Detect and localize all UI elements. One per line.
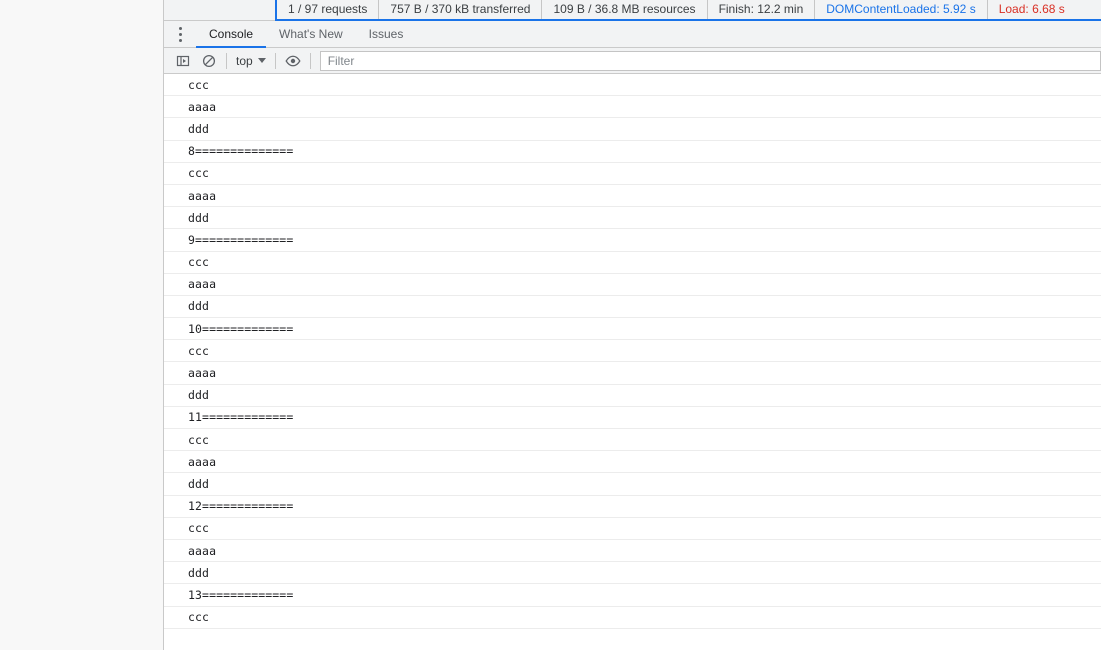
kebab-menu-icon[interactable] xyxy=(164,21,196,47)
console-message[interactable]: ddd xyxy=(164,296,1101,319)
console-message-text: aaaa xyxy=(188,366,217,381)
console-message-text: ccc xyxy=(188,166,210,181)
network-summary-item: 109 B / 36.8 MB resources xyxy=(542,0,708,19)
network-summary-bar: 1 / 97 requests 757 B / 370 kB transferre… xyxy=(164,0,1101,21)
console-message[interactable]: ddd xyxy=(164,207,1101,230)
network-summary-items: 1 / 97 requests 757 B / 370 kB transferre… xyxy=(275,0,1101,21)
console-message[interactable]: 8============== xyxy=(164,141,1101,163)
console-message[interactable]: ddd xyxy=(164,562,1101,585)
console-message-text: ddd xyxy=(188,299,210,314)
console-message[interactable]: ccc xyxy=(164,163,1101,185)
console-message[interactable]: ccc xyxy=(164,252,1101,274)
page-content-area xyxy=(0,0,163,650)
chevron-down-icon xyxy=(257,58,266,63)
network-summary-item: DOMContentLoaded: 5.92 s xyxy=(815,0,988,19)
console-message-text: 9============== xyxy=(188,232,294,247)
tab-console[interactable]: Console xyxy=(196,21,267,48)
console-message[interactable]: aaaa xyxy=(164,274,1101,296)
console-message-list[interactable]: ccc aaaa ddd 8============== ccc aaaa ddd 9====… xyxy=(164,74,1101,650)
eye-icon[interactable] xyxy=(280,50,306,72)
devtools-panel: 1 / 97 requests 757 B / 370 kB transferre… xyxy=(164,0,1101,650)
network-summary-item: 1 / 97 requests xyxy=(277,0,380,19)
console-message-text: ddd xyxy=(188,476,210,491)
console-message[interactable]: 9============== xyxy=(164,229,1101,252)
console-toolbar: top xyxy=(164,48,1101,74)
console-message-text: aaaa xyxy=(188,454,217,469)
execution-context-selector[interactable]: top xyxy=(231,51,271,71)
console-message[interactable]: ccc xyxy=(164,607,1101,629)
execution-context-value: top xyxy=(236,53,253,68)
console-message[interactable]: 12============= xyxy=(164,496,1101,518)
console-message-text: aaaa xyxy=(188,99,217,114)
toolbar-separator-1 xyxy=(226,52,227,69)
console-message-text: ddd xyxy=(188,121,210,136)
toolbar-separator-2 xyxy=(274,52,276,69)
console-message[interactable]: 11============= xyxy=(164,407,1101,429)
console-message[interactable]: ddd xyxy=(164,385,1101,407)
network-summary-item: Finish: 12.2 min xyxy=(708,0,816,19)
console-message[interactable]: aaaa xyxy=(164,185,1101,208)
clear-console-icon[interactable] xyxy=(196,50,222,72)
console-message[interactable]: aaaa xyxy=(164,362,1101,385)
console-message-text: ddd xyxy=(188,388,210,403)
network-summary-item: Load: 6.68 s xyxy=(998,2,1065,16)
console-message[interactable]: ccc xyxy=(164,74,1101,97)
console-message[interactable]: ddd xyxy=(164,473,1101,496)
console-message-text: 11============= xyxy=(188,410,294,425)
console-message-text: ccc xyxy=(188,343,210,358)
console-message[interactable]: ddd xyxy=(164,118,1101,141)
console-message[interactable]: aaaa xyxy=(164,540,1101,563)
console-message[interactable]: ccc xyxy=(164,518,1101,540)
toolbar-separator-3 xyxy=(309,52,311,69)
console-message-text: aaaa xyxy=(188,543,217,558)
console-message-text: 12============= xyxy=(188,499,294,514)
console-message-text: 8============== xyxy=(188,144,294,159)
tab-issues[interactable]: Issues xyxy=(356,21,417,47)
console-message-text: ccc xyxy=(188,432,210,447)
console-message[interactable]: ccc xyxy=(164,429,1101,452)
console-message-text: ddd xyxy=(188,565,210,580)
devtools-tabstrip: Console What's New Issues xyxy=(164,21,1101,48)
console-message[interactable]: aaaa xyxy=(164,451,1101,474)
console-message[interactable]: 13============= xyxy=(164,584,1101,607)
console-message-text: 13============= xyxy=(188,587,294,602)
console-message-text: ccc xyxy=(188,521,210,536)
filter-input-wrapper[interactable] xyxy=(319,50,1101,71)
filter-input[interactable] xyxy=(320,51,1100,70)
console-sidebar-icon[interactable] xyxy=(170,50,196,72)
devtools-window: 1 / 97 requests 757 B / 370 kB transferre… xyxy=(0,0,1101,650)
console-message-text: ccc xyxy=(188,255,210,270)
network-summary-item: 757 B / 370 kB transferred xyxy=(379,0,543,19)
console-message[interactable]: 10============= xyxy=(164,318,1101,341)
console-message[interactable]: ccc xyxy=(164,340,1101,363)
console-message-text: ddd xyxy=(188,210,210,225)
console-message[interactable]: aaaa xyxy=(164,96,1101,119)
tab-what-s-new[interactable]: What's New xyxy=(266,21,356,47)
console-message-text: ccc xyxy=(188,610,210,625)
console-message-text: 10============= xyxy=(188,321,294,336)
console-message-text: ccc xyxy=(188,77,210,92)
console-message-text: aaaa xyxy=(188,188,217,203)
console-message-text: aaaa xyxy=(188,277,217,292)
